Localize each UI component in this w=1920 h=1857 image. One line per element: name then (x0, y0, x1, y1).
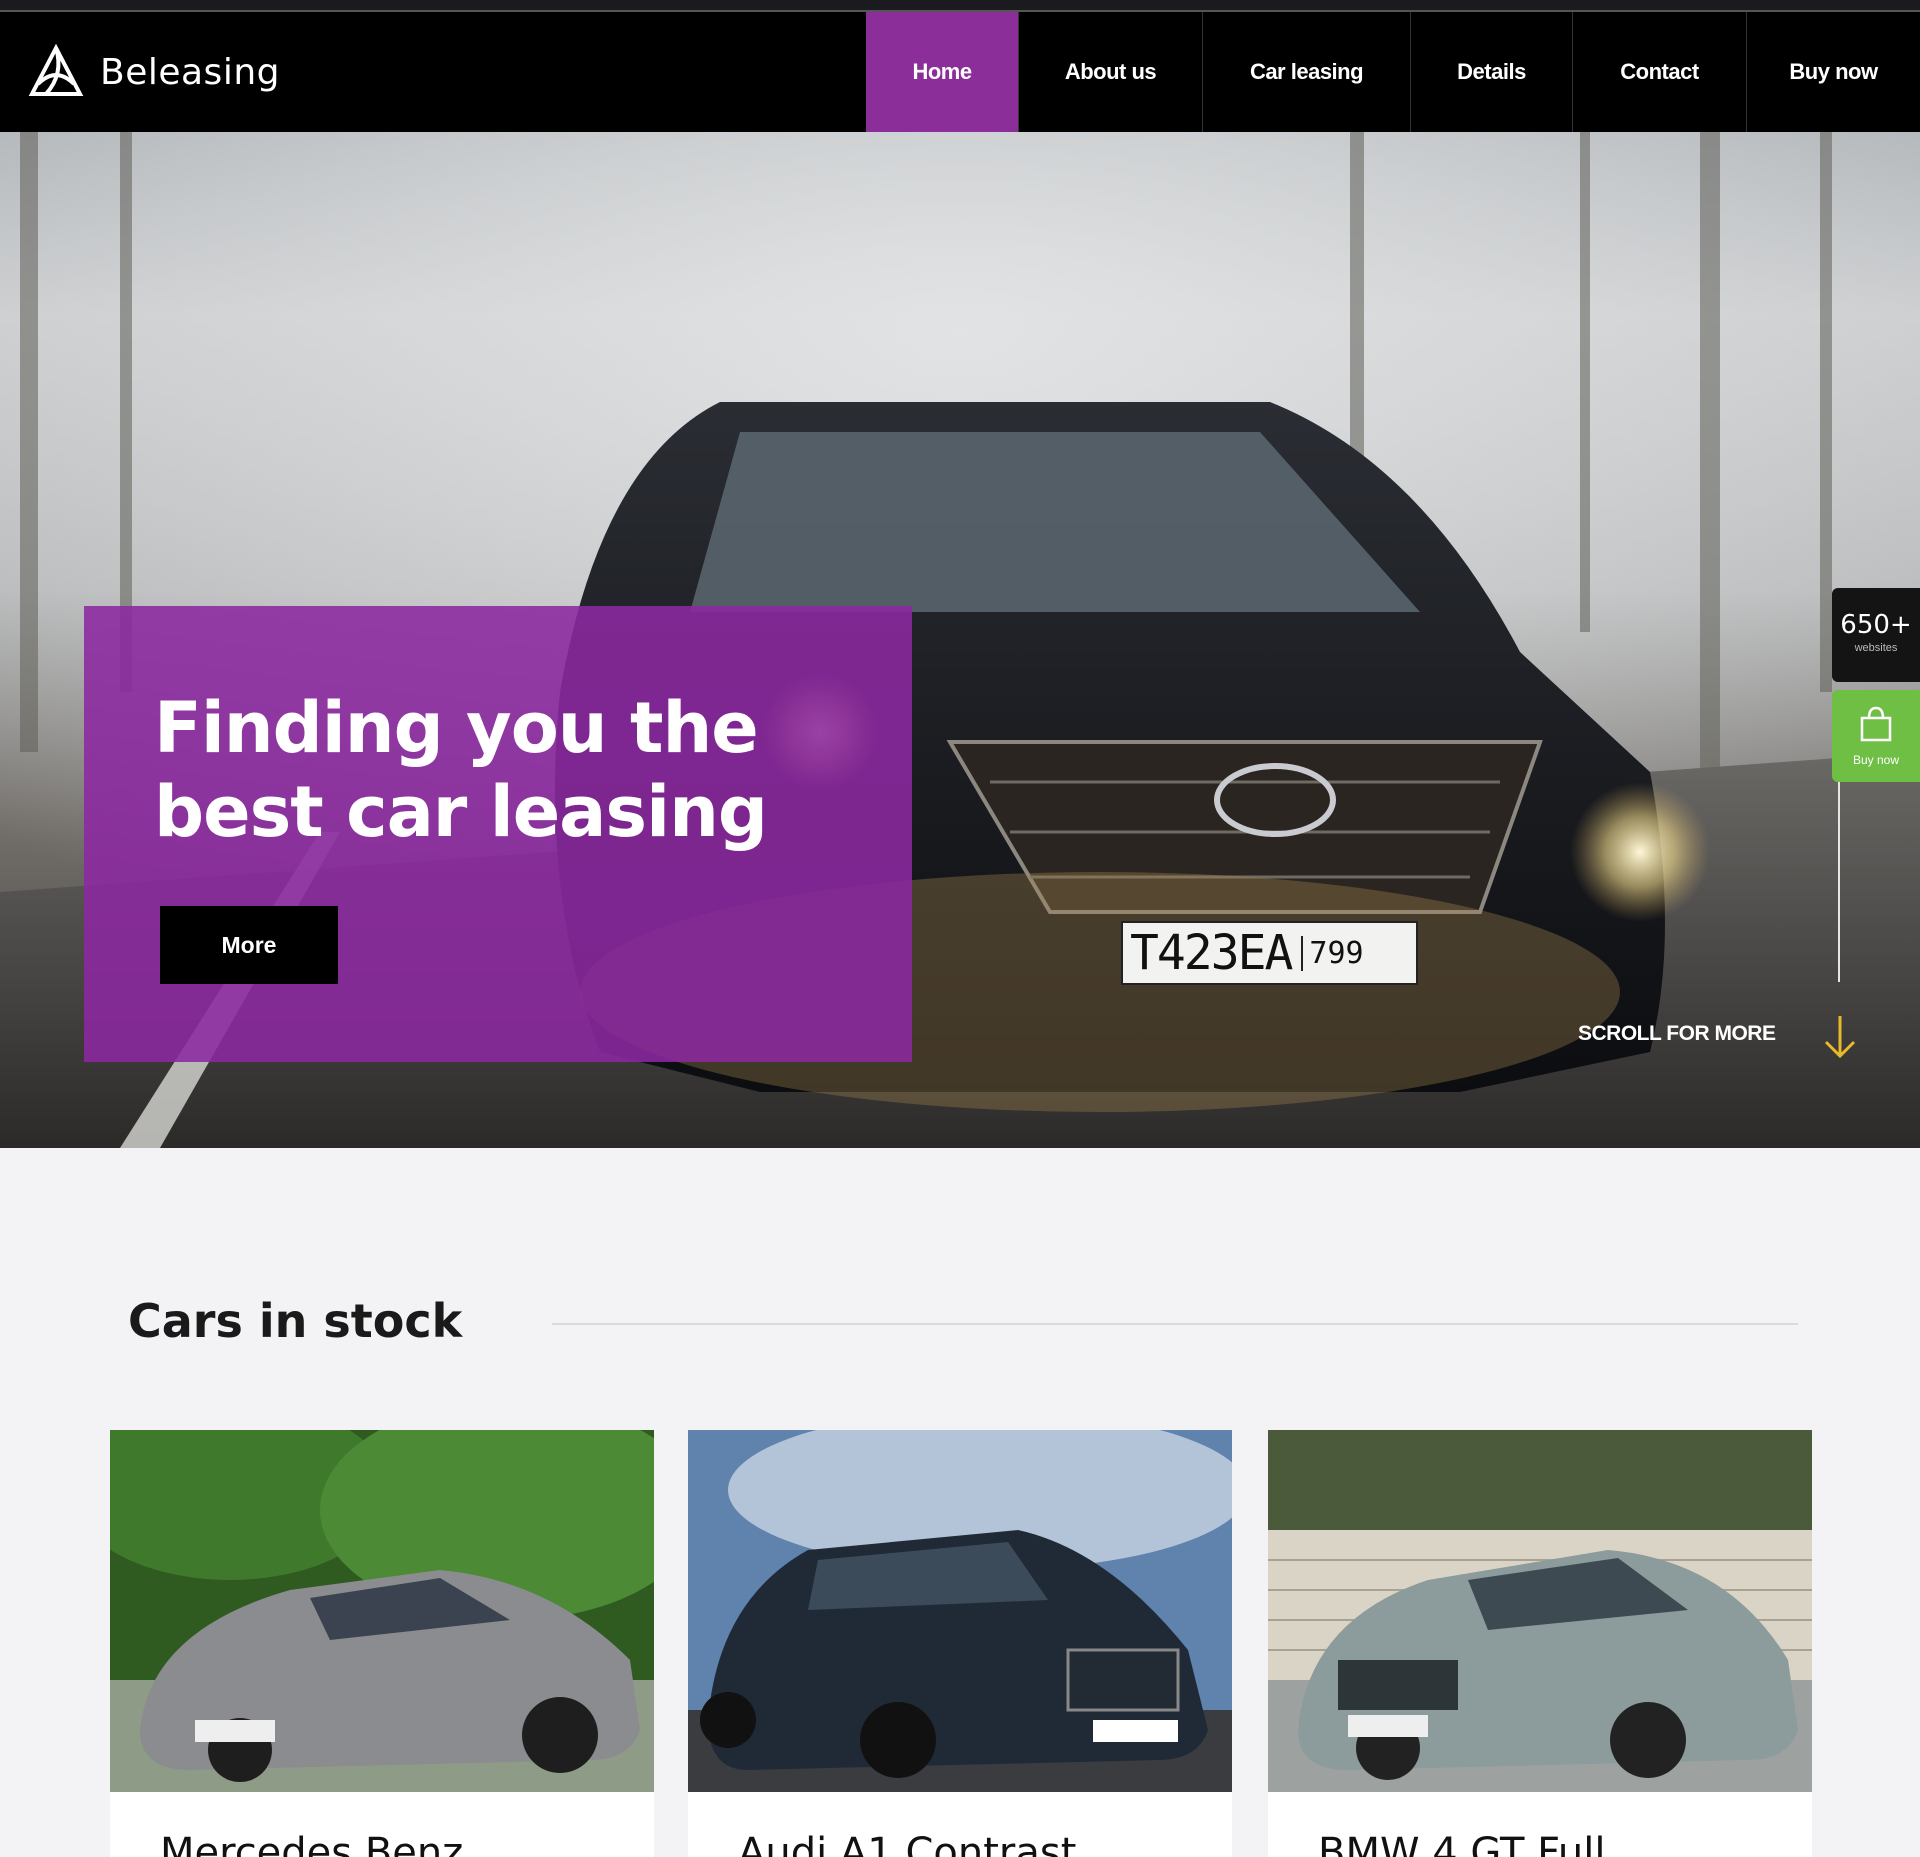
car-card-audi[interactable]: Audi A1 Contrast (688, 1430, 1232, 1857)
site-header: Beleasing Home About us Car leasing Deta… (0, 12, 1920, 132)
license-plate-number: T423EA (1130, 925, 1293, 981)
nav-details[interactable]: Details (1410, 12, 1572, 132)
nav-car-leasing[interactable]: Car leasing (1202, 12, 1410, 132)
browser-top-strip (0, 0, 1920, 12)
scroll-for-more-label[interactable]: SCROLL FOR MORE (1578, 1022, 1776, 1046)
scroll-indicator-line (1838, 782, 1840, 982)
main-nav: Home About us Car leasing Details Contac… (866, 12, 1920, 132)
brand-name: Beleasing (100, 51, 280, 93)
car-name[interactable]: Mercedes Benz (160, 1830, 463, 1857)
nav-buy-now[interactable]: Buy now (1746, 12, 1920, 132)
car-photo-mercedes (110, 1430, 654, 1792)
license-plate: T423EA 799 (1130, 922, 1415, 984)
car-card-mercedes[interactable]: Mercedes Benz (110, 1430, 654, 1857)
side-buy-now-label: Buy now (1852, 753, 1900, 767)
car-photo-audi (688, 1430, 1232, 1792)
car-name[interactable]: BMW 4 GT Full (1318, 1830, 1606, 1857)
websites-count-label: websites (1854, 642, 1898, 654)
car-card-bmw[interactable]: BMW 4 GT Full (1268, 1430, 1812, 1857)
nav-about-us[interactable]: About us (1018, 12, 1202, 132)
websites-count: 650+ (1840, 610, 1912, 640)
hero-title: Finding you the best car leasing (154, 687, 768, 853)
hero-promo-box: Finding you the best car leasing More (84, 606, 912, 1062)
car-name[interactable]: Audi A1 Contrast (738, 1830, 1076, 1857)
arrow-down-icon[interactable] (1822, 1014, 1858, 1060)
shopping-bag-icon (1860, 706, 1892, 742)
more-button[interactable]: More (160, 906, 338, 984)
license-plate-region: 799 (1301, 935, 1364, 971)
cars-in-stock-heading: Cars in stock (128, 1294, 463, 1348)
section-divider (552, 1323, 1798, 1325)
side-websites-counter[interactable]: 650+ websites (1832, 588, 1920, 682)
nav-contact[interactable]: Contact (1572, 12, 1746, 132)
hero-banner: T423EA 799 Finding you the best car leas… (0, 132, 1920, 1148)
side-buy-now-button[interactable]: Buy now (1832, 690, 1920, 782)
nav-home[interactable]: Home (866, 12, 1018, 132)
car-photo-bmw (1268, 1430, 1812, 1792)
brand-logo-icon (28, 44, 84, 96)
brand-logo[interactable]: Beleasing (24, 44, 280, 100)
